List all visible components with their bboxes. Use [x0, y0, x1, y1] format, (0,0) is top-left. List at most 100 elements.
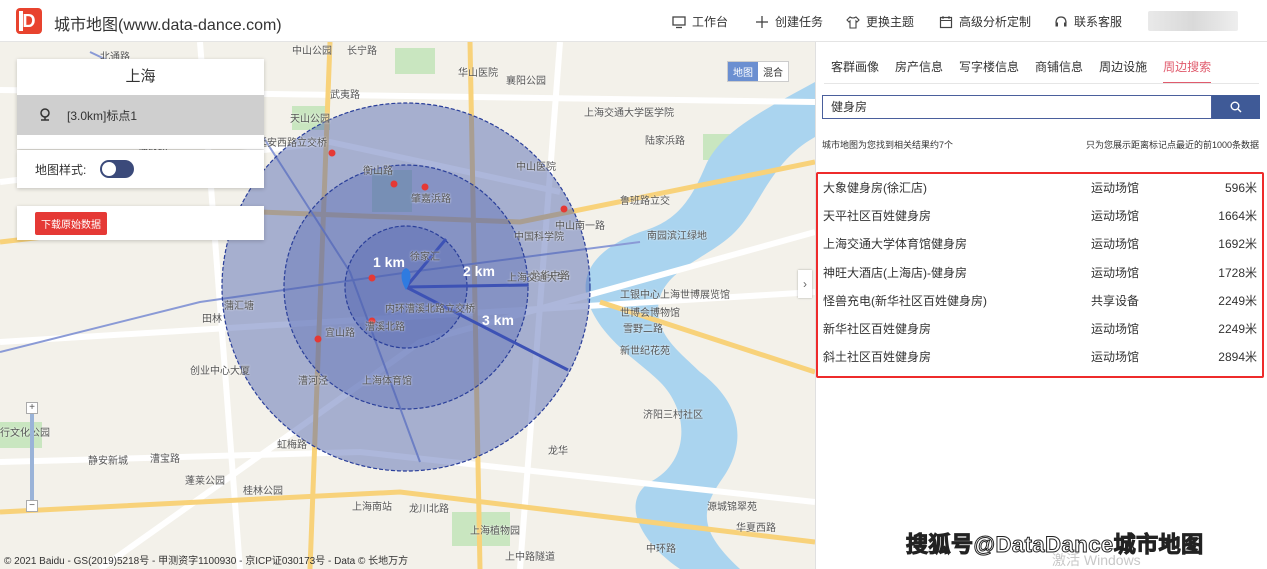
map-style-card: 地图样式: [17, 150, 264, 188]
result-row[interactable]: 神旺大酒店(上海店)-健身房 运动场馆 1728米 [818, 259, 1262, 287]
map-place-label: 陆家浜路 [645, 136, 685, 147]
map-place-label: 蒲汇塘 [224, 301, 254, 312]
map-place-label: 襄阳公园 [506, 76, 546, 87]
result-category: 运动场馆 [1091, 209, 1140, 224]
download-data-button[interactable]: 下载原始数据 [35, 211, 107, 235]
result-row[interactable]: 怪兽充电(新华社区百姓健身房) 共享设备 2249米 [818, 287, 1262, 315]
map-type-hybrid[interactable]: 混合 [758, 62, 788, 81]
map-place-label: 鲁班路立交 [620, 196, 670, 207]
map-type-map[interactable]: 地图 [728, 62, 758, 81]
result-row[interactable]: 大象健身房(徐汇店) 运动场馆 596米 [818, 174, 1262, 202]
nav-workbench[interactable]: 工作台 [672, 13, 728, 30]
marker-row[interactable]: [3.0km]标点1 [17, 95, 264, 135]
result-distance: 2249米 [1218, 321, 1257, 336]
zoom-out-button[interactable]: − [26, 500, 38, 512]
result-row[interactable]: 天平社区百姓健身房 运动场馆 1664米 [818, 202, 1262, 230]
plus-icon [756, 15, 768, 28]
result-distance: 1692米 [1218, 237, 1257, 252]
tab-customer-profile[interactable]: 客群画像 [831, 58, 879, 84]
result-distance: 596米 [1224, 181, 1257, 195]
result-category: 运动场馆 [1091, 321, 1140, 336]
nav-label: 高级分析定制 [959, 15, 1032, 29]
zoom-in-button[interactable]: + [26, 402, 38, 414]
result-category: 运动场馆 [1091, 181, 1140, 195]
results-list: 大象健身房(徐汇店) 运动场馆 596米 天平社区百姓健身房 运动场馆 1664米 上海交通… [816, 172, 1264, 378]
map-place-label: 漕宝路 [150, 454, 180, 465]
tab-office[interactable]: 写字楼信息 [959, 58, 1019, 84]
map-place-label: 雪野二路 [623, 324, 663, 335]
search-button[interactable] [1212, 95, 1260, 119]
map-place-label: 上海植物园 [470, 526, 520, 537]
collapse-panel-button[interactable]: › [798, 270, 812, 298]
map-place-label: 蓬莱公园 [185, 476, 225, 487]
app-title: 城市地图(www.data-dance.com) [54, 17, 282, 34]
shirt-icon [846, 15, 860, 29]
map-place-label: 龙川北路 [409, 504, 449, 515]
zoom-slider[interactable] [30, 414, 34, 500]
map-place-label: 静安新城 [88, 456, 128, 467]
map-area[interactable]: 中山公园长宁路华山医院襄阳公园天山公园武夷路延安西路立交桥仙霞路上海交通大学医学… [0, 42, 815, 569]
logo-letter: D [22, 11, 36, 31]
tab-facilities[interactable]: 周边设施 [1099, 58, 1147, 84]
map-place-label: 新世纪花苑 [620, 346, 670, 357]
result-category: 运动场馆 [1091, 350, 1140, 365]
map-pin-icon [40, 108, 50, 121]
result-category: 运动场馆 [1091, 265, 1140, 280]
result-distance: 2894米 [1218, 350, 1257, 365]
result-name: 上海交通大学体育馆健身房 [823, 237, 968, 252]
map-place-label: 创业中心大厦 [190, 366, 250, 377]
calendar-icon [939, 15, 953, 28]
map-place-label: 虹梅路 [277, 440, 307, 451]
city-card: 上海 [3.0km]标点1 [17, 59, 264, 149]
chevron-right-icon: › [803, 277, 807, 291]
map-place-label: 龙华 [548, 446, 568, 457]
user-avatar[interactable] [1148, 11, 1238, 31]
nav-contact-support[interactable]: 联系客服 [1054, 13, 1122, 30]
nav-advanced-analysis[interactable]: 高级分析定制 [939, 13, 1031, 30]
map-place-label: 漕河泾 [298, 376, 328, 387]
tab-housing[interactable]: 房产信息 [895, 58, 943, 84]
nav-label: 联系客服 [1074, 15, 1123, 29]
nav-create-task[interactable]: 创建任务 [755, 13, 823, 30]
map-place-label: 漕溪北路 [365, 322, 405, 333]
radius-label-1km: 1 km [373, 254, 405, 270]
map-place-label: 田林 [202, 314, 222, 325]
nav-change-theme[interactable]: 更换主题 [846, 13, 914, 30]
nav-label: 创建任务 [775, 15, 824, 29]
result-row[interactable]: 上海交通大学体育馆健身房 运动场馆 1692米 [818, 230, 1262, 258]
map-place-label: 华夏西路 [736, 523, 776, 534]
app-logo[interactable]: D [16, 8, 42, 34]
map-style-toggle[interactable] [100, 160, 135, 178]
map-place-label: 中环路 [646, 544, 676, 555]
radius-label-2km: 2 km [463, 263, 495, 279]
result-name: 斜土社区百姓健身房 [823, 350, 932, 365]
map-place-label: 桂林公园 [243, 486, 283, 497]
result-row[interactable]: 斜土社区百姓健身房 运动场馆 2894米 [818, 343, 1262, 371]
headset-icon [1055, 15, 1067, 26]
tab-shops[interactable]: 商铺信息 [1035, 58, 1083, 84]
tab-bar: 客群画像 房产信息 写字楼信息 商铺信息 周边设施 周边搜索 [831, 58, 1212, 84]
download-card: 下载原始数据 [17, 206, 264, 240]
nav-label: 更换主题 [866, 15, 915, 29]
map-place-label: 上海交通大学医学院 [584, 108, 674, 119]
tab-nearby-search[interactable]: 周边搜索 [1163, 58, 1212, 84]
map-type-switch: 地图 混合 [727, 61, 789, 82]
app-header: D 城市地图(www.data-dance.com) 工作台 创建任务 更换主题… [0, 0, 1267, 42]
map-place-label: 华山医院 [458, 68, 498, 79]
map-place-label: 上海体育馆 [362, 376, 412, 387]
tab-divider [824, 83, 1259, 84]
map-place-label: 上海南站 [352, 502, 392, 513]
result-row[interactable]: 新华社区百姓健身房 运动场馆 2249米 [818, 315, 1262, 343]
nav-label: 工作台 [692, 15, 729, 29]
city-name[interactable]: 上海 [17, 59, 264, 95]
result-name: 天平社区百姓健身房 [823, 209, 932, 224]
search-input[interactable]: 健身房 [822, 95, 1212, 119]
map-place-label: 中山南一路 [555, 221, 605, 232]
result-count: 城市地图为您找到相关结果约7个 [822, 140, 954, 150]
map-place-label: 武夷路 [330, 90, 360, 101]
map-place-label: 上中路隧道 [505, 552, 555, 563]
result-name: 新华社区百姓健身房 [823, 321, 932, 336]
map-place-label: 南园滨江绿地 [647, 231, 707, 242]
windows-activation-text: 激活 Windows [1052, 552, 1141, 568]
map-place-label: 宜山路 [325, 328, 355, 339]
